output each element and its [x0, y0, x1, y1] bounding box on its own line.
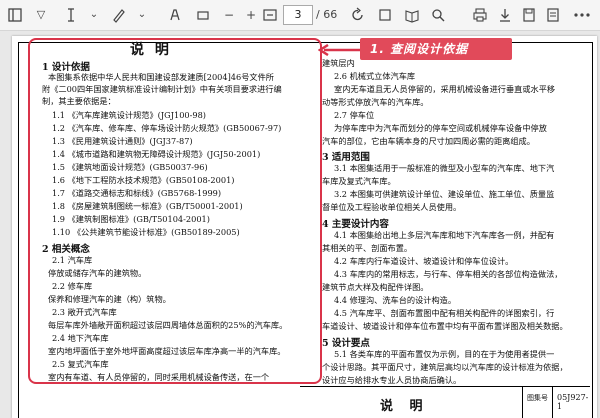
print-icon[interactable] [472, 6, 487, 24]
download-icon[interactable] [498, 6, 512, 24]
title-block-code-cell: 05J927-1 [552, 387, 591, 418]
filter-icon[interactable]: ▽ [34, 6, 48, 24]
points-line: 5.1 各类车库的平面布置仅为示例，目的在于为使用者提供一 [334, 349, 555, 359]
points-line: 个设计思路。其平面尺寸，建筑层高均以汽车库的设计标准为依据， [322, 362, 568, 372]
right-line: 2.7 停车位 [334, 110, 375, 120]
section-content-title: 4 主要设计内容 [322, 219, 389, 230]
content-line: 4.4 修理沟、洗车台的设计构造。 [334, 295, 457, 305]
erase-icon[interactable] [196, 6, 210, 24]
content-line: 4.5 汽车库平、剖面布置图中配有相关构配件的详图索引，行 [334, 308, 555, 318]
viewer-toolbar: ▽ ⌄ ⌄ − + 3 / 66 [0, 0, 600, 31]
page-total: / 66 [316, 8, 338, 21]
scope-line: 3.1 本图集适用于一般标准的微型及小型车的汽车库、地下汽 [334, 163, 555, 173]
title-block-title: 说 明 [380, 399, 429, 414]
save-icon[interactable] [522, 6, 536, 24]
highlight-box [28, 38, 322, 384]
fullscreen-icon[interactable] [378, 6, 392, 24]
page-number-input[interactable]: 3 [283, 5, 313, 25]
rotate-icon[interactable] [350, 6, 366, 24]
bookmark-icon[interactable] [546, 6, 560, 24]
callout-arrow-icon [318, 44, 362, 56]
right-line: 室内无车道且无人员停留的，采用机械设备进行垂直或水平移 [334, 84, 556, 94]
content-line: 其相关的平、剖面布置。 [322, 243, 413, 253]
callout-label: 1. 查阅设计依据 [360, 38, 512, 60]
content-line: 车道设计、坡道设计和停车位布置中均有平面布置详图及相关数据。 [322, 321, 568, 331]
zoom-out-icon[interactable]: − [222, 6, 236, 24]
dropdown-chevron-icon[interactable]: ⌄ [88, 6, 100, 24]
search-icon[interactable] [430, 6, 446, 24]
right-line: 建筑层内 [322, 58, 355, 68]
read-mode-icon[interactable] [404, 6, 420, 24]
right-line: 汽车的部位，它由车辆本身的尺寸加四周必需的距离组成。 [322, 136, 535, 146]
scope-line: 3.2 本图集可供建筑设计单位、建设单位、施工单位、质量监 [334, 189, 555, 199]
content-line: 4.2 车库内行车道设计、坡道设计和停车位设计。 [334, 256, 514, 266]
title-block-code: 05J927-1 [557, 393, 589, 411]
fit-page-icon[interactable] [262, 6, 278, 24]
title-block: 说 明 图集号 05J927-1 [300, 386, 590, 418]
draw-icon[interactable] [112, 6, 126, 24]
right-line: 动等形式停放汽车的汽车库。 [322, 97, 429, 107]
highlight-icon[interactable] [168, 6, 182, 24]
scope-line: 督单位及工程验收单位相关人员使用。 [322, 202, 462, 212]
text-select-icon[interactable] [64, 6, 78, 24]
right-line: 2.6 机械式立体汽车库 [334, 71, 416, 81]
zoom-in-icon[interactable]: + [244, 6, 258, 24]
section-scope-title: 3 适用范围 [322, 152, 370, 163]
content-line: 4.3 车库内的常用标志，与行车、停车相关的各部位构造做法， [334, 269, 563, 279]
draw-dropdown-icon[interactable]: ⌄ [136, 6, 148, 24]
title-block-label-cell: 图集号 [522, 387, 553, 418]
more-icon[interactable] [572, 6, 592, 24]
points-line: 设计应与给排水专业人员协商后确认。 [322, 375, 462, 385]
sidebar-toggle-icon[interactable] [8, 6, 28, 24]
content-line: 建筑节点大样及构配件详图。 [322, 282, 429, 292]
right-line: 为停车库中为汽车而划分的停车空间或机械停车设备中停放 [334, 123, 547, 133]
content-line: 4.1 本图集给出地上多层汽车库和地下汽车库各一例，并配有 [334, 230, 555, 240]
title-block-label: 图集号 [527, 394, 548, 402]
scope-line: 车库及复式汽车库。 [322, 176, 396, 186]
section-points-title: 5 设计要点 [322, 338, 370, 349]
